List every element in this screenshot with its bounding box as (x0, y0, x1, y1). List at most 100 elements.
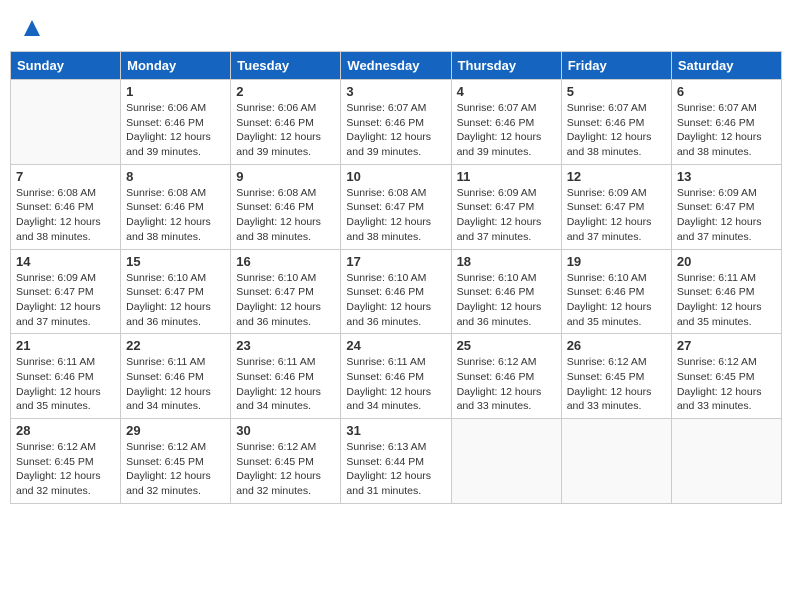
day-number: 15 (126, 254, 225, 269)
day-number: 3 (346, 84, 445, 99)
calendar-cell: 25Sunrise: 6:12 AM Sunset: 6:46 PM Dayli… (451, 334, 561, 419)
day-number: 5 (567, 84, 666, 99)
weekday-header-tuesday: Tuesday (231, 52, 341, 80)
day-number: 18 (457, 254, 556, 269)
calendar-cell: 4 Sunrise: 6:07 AM Sunset: 6:46 PM Daylig… (451, 80, 561, 165)
day-info: Sunrise: 6:13 AM Sunset: 6:44 PM Dayligh… (346, 440, 445, 499)
day-number: 24 (346, 338, 445, 353)
weekday-header-saturday: Saturday (671, 52, 781, 80)
day-number: 6 (677, 84, 776, 99)
calendar-cell: 7Sunrise: 6:08 AM Sunset: 6:46 PM Daylig… (11, 164, 121, 249)
calendar-cell: 9 Sunrise: 6:08 AM Sunset: 6:46 PM Daylig… (231, 164, 341, 249)
day-number: 23 (236, 338, 335, 353)
calendar-cell (451, 419, 561, 504)
weekday-header-wednesday: Wednesday (341, 52, 451, 80)
day-info: Sunrise: 6:10 AM Sunset: 6:46 PM Dayligh… (567, 271, 666, 330)
calendar-week-row: 21 Sunrise: 6:11 AM Sunset: 6:46 PM Dayli… (11, 334, 782, 419)
day-number: 1 (126, 84, 225, 99)
calendar-cell: 16 Sunrise: 6:10 AM Sunset: 6:47 PM Dayli… (231, 249, 341, 334)
day-info: Sunrise: 6:12 AM Sunset: 6:45 PM Dayligh… (567, 355, 666, 414)
calendar-cell: 10Sunrise: 6:08 AM Sunset: 6:47 PM Dayli… (341, 164, 451, 249)
calendar-week-row: 7Sunrise: 6:08 AM Sunset: 6:46 PM Daylig… (11, 164, 782, 249)
calendar-week-row: 28 Sunrise: 6:12 AM Sunset: 6:45 PM Dayli… (11, 419, 782, 504)
calendar-cell: 28 Sunrise: 6:12 AM Sunset: 6:45 PM Dayli… (11, 419, 121, 504)
day-number: 4 (457, 84, 556, 99)
day-info: Sunrise: 6:09 AM Sunset: 6:47 PM Dayligh… (457, 186, 556, 245)
day-info: Sunrise: 6:11 AM Sunset: 6:46 PM Dayligh… (236, 355, 335, 414)
day-info: Sunrise: 6:10 AM Sunset: 6:47 PM Dayligh… (126, 271, 225, 330)
day-number: 9 (236, 169, 335, 184)
calendar-cell (561, 419, 671, 504)
day-info: Sunrise: 6:11 AM Sunset: 6:46 PM Dayligh… (126, 355, 225, 414)
day-info: Sunrise: 6:09 AM Sunset: 6:47 PM Dayligh… (16, 271, 115, 330)
calendar-cell: 30Sunrise: 6:12 AM Sunset: 6:45 PM Dayli… (231, 419, 341, 504)
day-info: Sunrise: 6:06 AM Sunset: 6:46 PM Dayligh… (236, 101, 335, 160)
day-number: 13 (677, 169, 776, 184)
day-info: Sunrise: 6:10 AM Sunset: 6:46 PM Dayligh… (346, 271, 445, 330)
day-info: Sunrise: 6:12 AM Sunset: 6:45 PM Dayligh… (236, 440, 335, 499)
calendar-week-row: 1 Sunrise: 6:06 AM Sunset: 6:46 PM Daylig… (11, 80, 782, 165)
calendar-cell: 29 Sunrise: 6:12 AM Sunset: 6:45 PM Dayli… (121, 419, 231, 504)
calendar-cell: 12 Sunrise: 6:09 AM Sunset: 6:47 PM Dayli… (561, 164, 671, 249)
calendar-cell: 6Sunrise: 6:07 AM Sunset: 6:46 PM Daylig… (671, 80, 781, 165)
day-number: 28 (16, 423, 115, 438)
day-info: Sunrise: 6:11 AM Sunset: 6:46 PM Dayligh… (677, 271, 776, 330)
weekday-header-thursday: Thursday (451, 52, 561, 80)
calendar-cell: 19 Sunrise: 6:10 AM Sunset: 6:46 PM Dayli… (561, 249, 671, 334)
calendar-cell: 21 Sunrise: 6:11 AM Sunset: 6:46 PM Dayli… (11, 334, 121, 419)
day-number: 8 (126, 169, 225, 184)
day-info: Sunrise: 6:08 AM Sunset: 6:46 PM Dayligh… (236, 186, 335, 245)
day-info: Sunrise: 6:11 AM Sunset: 6:46 PM Dayligh… (16, 355, 115, 414)
day-number: 21 (16, 338, 115, 353)
day-number: 29 (126, 423, 225, 438)
calendar-body: 1 Sunrise: 6:06 AM Sunset: 6:46 PM Daylig… (11, 80, 782, 504)
logo-icon (22, 18, 42, 38)
calendar-cell: 23 Sunrise: 6:11 AM Sunset: 6:46 PM Dayli… (231, 334, 341, 419)
day-number: 12 (567, 169, 666, 184)
calendar-cell: 22Sunrise: 6:11 AM Sunset: 6:46 PM Dayli… (121, 334, 231, 419)
calendar-cell: 3Sunrise: 6:07 AM Sunset: 6:46 PM Daylig… (341, 80, 451, 165)
calendar-table: SundayMondayTuesdayWednesdayThursdayFrid… (10, 51, 782, 504)
calendar-cell: 17Sunrise: 6:10 AM Sunset: 6:46 PM Dayli… (341, 249, 451, 334)
calendar-cell: 18 Sunrise: 6:10 AM Sunset: 6:46 PM Dayli… (451, 249, 561, 334)
day-info: Sunrise: 6:12 AM Sunset: 6:46 PM Dayligh… (457, 355, 556, 414)
day-number: 20 (677, 254, 776, 269)
day-info: Sunrise: 6:10 AM Sunset: 6:47 PM Dayligh… (236, 271, 335, 330)
day-number: 27 (677, 338, 776, 353)
calendar-cell: 31Sunrise: 6:13 AM Sunset: 6:44 PM Dayli… (341, 419, 451, 504)
calendar-cell (671, 419, 781, 504)
calendar-cell: 11Sunrise: 6:09 AM Sunset: 6:47 PM Dayli… (451, 164, 561, 249)
day-number: 26 (567, 338, 666, 353)
calendar-cell: 15 Sunrise: 6:10 AM Sunset: 6:47 PM Dayli… (121, 249, 231, 334)
calendar-cell: 14 Sunrise: 6:09 AM Sunset: 6:47 PM Dayli… (11, 249, 121, 334)
calendar-cell: 27 Sunrise: 6:12 AM Sunset: 6:45 PM Dayli… (671, 334, 781, 419)
calendar-cell: 26 Sunrise: 6:12 AM Sunset: 6:45 PM Dayli… (561, 334, 671, 419)
day-info: Sunrise: 6:09 AM Sunset: 6:47 PM Dayligh… (567, 186, 666, 245)
calendar-cell: 13Sunrise: 6:09 AM Sunset: 6:47 PM Dayli… (671, 164, 781, 249)
day-number: 14 (16, 254, 115, 269)
weekday-header-sunday: Sunday (11, 52, 121, 80)
calendar-week-row: 14 Sunrise: 6:09 AM Sunset: 6:47 PM Dayli… (11, 249, 782, 334)
calendar-cell: 1 Sunrise: 6:06 AM Sunset: 6:46 PM Daylig… (121, 80, 231, 165)
day-number: 19 (567, 254, 666, 269)
day-number: 16 (236, 254, 335, 269)
day-info: Sunrise: 6:12 AM Sunset: 6:45 PM Dayligh… (126, 440, 225, 499)
page-header (10, 10, 782, 47)
day-info: Sunrise: 6:12 AM Sunset: 6:45 PM Dayligh… (16, 440, 115, 499)
calendar-cell: 24 Sunrise: 6:11 AM Sunset: 6:46 PM Dayli… (341, 334, 451, 419)
logo (20, 18, 42, 43)
calendar-cell: 8Sunrise: 6:08 AM Sunset: 6:46 PM Daylig… (121, 164, 231, 249)
calendar-cell (11, 80, 121, 165)
day-info: Sunrise: 6:11 AM Sunset: 6:46 PM Dayligh… (346, 355, 445, 414)
calendar-cell: 20 Sunrise: 6:11 AM Sunset: 6:46 PM Dayli… (671, 249, 781, 334)
calendar-cell: 5 Sunrise: 6:07 AM Sunset: 6:46 PM Daylig… (561, 80, 671, 165)
day-info: Sunrise: 6:12 AM Sunset: 6:45 PM Dayligh… (677, 355, 776, 414)
weekday-header-monday: Monday (121, 52, 231, 80)
day-number: 2 (236, 84, 335, 99)
day-number: 10 (346, 169, 445, 184)
day-info: Sunrise: 6:07 AM Sunset: 6:46 PM Dayligh… (567, 101, 666, 160)
day-info: Sunrise: 6:10 AM Sunset: 6:46 PM Dayligh… (457, 271, 556, 330)
calendar-header-row: SundayMondayTuesdayWednesdayThursdayFrid… (11, 52, 782, 80)
day-info: Sunrise: 6:06 AM Sunset: 6:46 PM Dayligh… (126, 101, 225, 160)
day-info: Sunrise: 6:07 AM Sunset: 6:46 PM Dayligh… (457, 101, 556, 160)
